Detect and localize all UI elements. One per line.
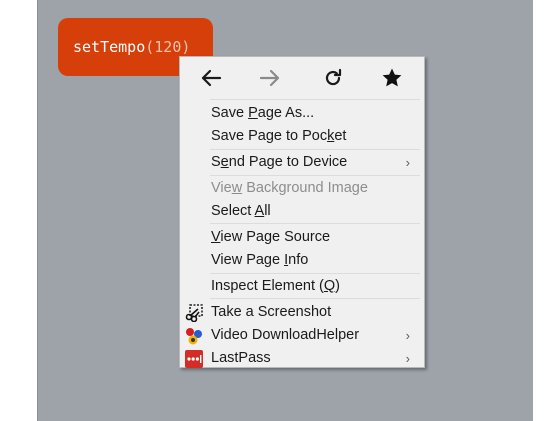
forward-button[interactable]: [253, 66, 287, 90]
code-open-paren: (: [145, 38, 155, 56]
window-edge: [533, 0, 548, 421]
code-close-paren: ): [181, 38, 191, 56]
menu-item-lastpass[interactable]: LastPass ›: [180, 347, 424, 370]
menu-item-save-to-pocket[interactable]: Save Page to Pocket: [180, 125, 424, 148]
menu-item-take-screenshot[interactable]: Take a Screenshot: [180, 301, 424, 324]
menu-separator: [210, 149, 420, 150]
menu-item-video-downloadhelper[interactable]: Video DownloadHelper ›: [180, 324, 424, 347]
reload-button[interactable]: [316, 66, 350, 90]
chevron-right-icon: ›: [405, 155, 410, 170]
menu-item-label: Save Page As...: [211, 105, 315, 121]
menu-separator: [210, 273, 420, 274]
menu-item-save-page-as[interactable]: Save Page As...: [180, 102, 424, 125]
menu-item-label: LastPass: [211, 350, 271, 366]
menu-item-label: Send Page to Device: [211, 154, 348, 170]
context-nav-bar: [180, 57, 424, 99]
menu-separator: [210, 175, 420, 176]
menu-item-view-page-info[interactable]: View Page Info: [180, 249, 424, 272]
menu-item-label: Video DownloadHelper: [211, 327, 360, 343]
screenshot-icon: [185, 304, 203, 322]
menu-item-inspect-element[interactable]: Inspect Element (Q): [180, 275, 424, 298]
menu-item-label: Inspect Element (Q): [211, 278, 340, 294]
reload-icon: [325, 68, 342, 86]
menu-item-label: View Page Info: [211, 252, 309, 268]
chevron-right-icon: ›: [405, 328, 410, 343]
menu-item-label: Take a Screenshot: [211, 304, 332, 320]
forward-icon: [259, 69, 280, 87]
menu-item-select-all[interactable]: Select All: [180, 200, 424, 223]
context-menu: Save Page As... Save Page to Pocket Send…: [179, 56, 425, 368]
menu-item-view-page-source[interactable]: View Page Source: [180, 226, 424, 249]
code-function: setTempo: [73, 38, 146, 56]
chevron-right-icon: ›: [405, 351, 410, 366]
menu-item-send-to-device[interactable]: Send Page to Device ›: [180, 151, 424, 174]
star-icon: [382, 68, 402, 87]
bookmark-button[interactable]: [375, 66, 409, 90]
menu-separator: [210, 99, 420, 100]
menu-separator: [210, 298, 420, 299]
menu-item-label: Save Page to Pocket: [211, 128, 347, 144]
lastpass-icon: [185, 350, 203, 368]
code-arg: 120: [154, 38, 182, 56]
menu-separator: [210, 223, 420, 224]
menu-item-label: View Background Image: [211, 180, 368, 196]
back-icon: [201, 69, 222, 87]
menu-item-label: Select All: [211, 203, 271, 219]
menu-item-view-background-image: View Background Image: [180, 177, 424, 200]
back-button[interactable]: [194, 66, 228, 90]
video-downloadhelper-icon: [186, 328, 202, 345]
menu-item-label: View Page Source: [211, 229, 331, 245]
